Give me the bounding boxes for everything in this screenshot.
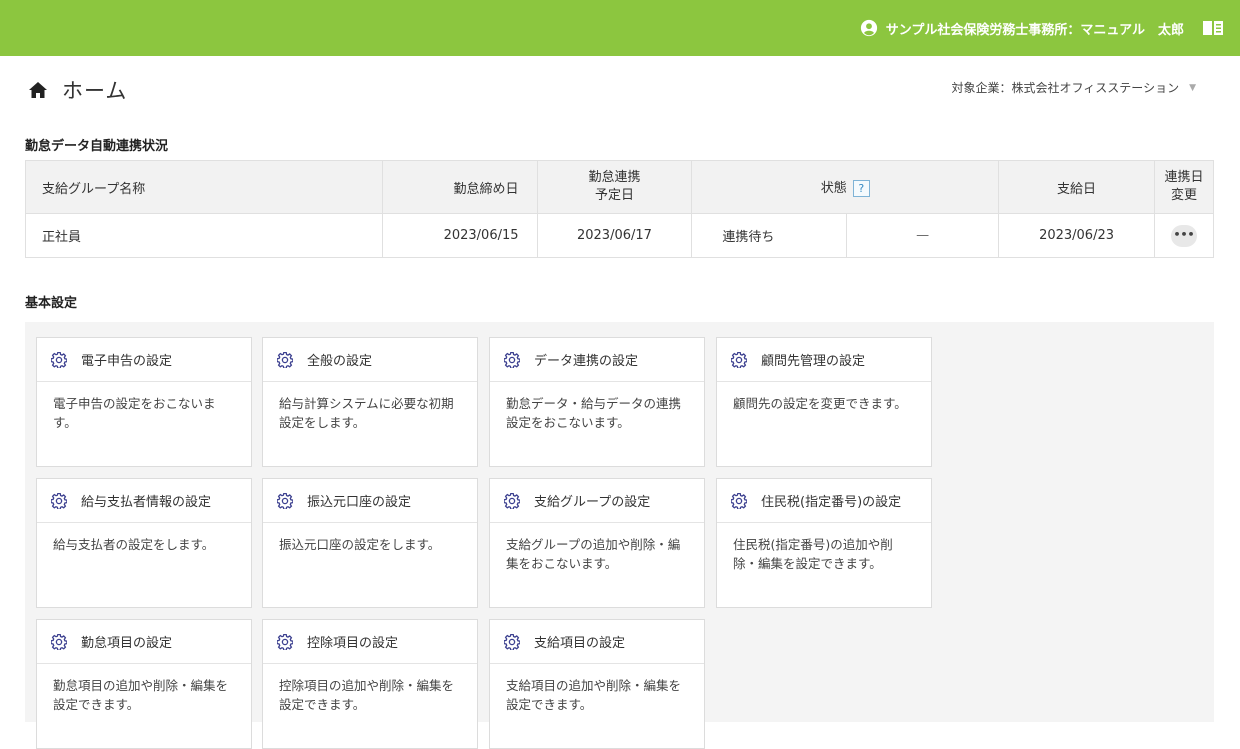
company-label: 対象企業：株式会社オフィスステーション (951, 81, 1180, 95)
gear-icon (504, 633, 520, 650)
col-header-change-date: 連携日 変更 (1153, 160, 1215, 214)
settings-card-title: 勤怠項目の設定 (81, 636, 173, 651)
company-selector[interactable]: 対象企業：株式会社オフィスステーション ▼ (952, 79, 1196, 96)
user-label: サンプル社会保険労務士事務所：マニュアル 太郎 (885, 22, 1184, 38)
settings-card-title: 給与支払者情報の設定 (81, 495, 212, 510)
gear-icon (504, 351, 520, 368)
settings-section-title: 基本設定 (25, 296, 78, 311)
cell-sync-date: 2023/06/17 (536, 213, 693, 258)
cell-change-date: ••• (1153, 213, 1215, 258)
settings-card[interactable]: 振込元口座の設定振込元口座の設定をします。 (262, 478, 478, 608)
settings-card-title: 支給項目の設定 (534, 636, 626, 651)
gear-icon (731, 492, 747, 509)
settings-card-title: 振込元口座の設定 (307, 495, 412, 510)
gear-icon (731, 351, 747, 368)
col-header-pay-date: 支給日 (998, 160, 1155, 214)
settings-card-title: 顧問先管理の設定 (761, 354, 866, 369)
settings-card-description: 支給項目の追加や削除・編集を 設定できます。 (506, 678, 682, 712)
settings-card-title: データ連携の設定 (534, 354, 639, 369)
sync-status-table: 支給グループ名称 勤怠締め日 勤怠連携 予定日 状態? 支給日 連携日 変更 正… (25, 160, 1215, 258)
settings-card-description: 支給グループの追加や削除・編 集をおこないます。 (506, 537, 681, 571)
settings-card-title: 支給グループの設定 (534, 495, 651, 510)
help-icon[interactable]: ? (852, 180, 870, 197)
settings-card-header: 給与支払者情報の設定 (37, 479, 251, 523)
settings-card-header: データ連携の設定 (490, 338, 704, 382)
settings-card-title: 住民税(指定番号)の設定 (761, 495, 902, 510)
settings-card[interactable]: 給与支払者情報の設定給与支払者の設定をします。 (36, 478, 252, 608)
settings-card-description: 控除項目の追加や削除・編集を 設定できます。 (279, 678, 455, 712)
settings-card-description: 勤怠データ・給与データの連携 設定をおこないます。 (506, 396, 682, 430)
settings-card-header: 勤怠項目の設定 (37, 620, 251, 664)
settings-card[interactable]: データ連携の設定勤怠データ・給与データの連携 設定をおこないます。 (489, 337, 705, 467)
settings-card-title: 全般の設定 (307, 354, 373, 369)
cell-pay-date: 2023/06/23 (998, 213, 1155, 258)
settings-card-header: 全般の設定 (263, 338, 477, 382)
settings-card-header: 支給グループの設定 (490, 479, 704, 523)
gear-icon (277, 633, 293, 650)
settings-card-header: 住民税(指定番号)の設定 (717, 479, 931, 523)
col-header-sync-date: 勤怠連携 予定日 (536, 160, 693, 214)
home-icon (29, 82, 47, 98)
gear-icon (51, 633, 67, 650)
chevron-down-icon: ▼ (1189, 82, 1196, 93)
settings-card-header: 支給項目の設定 (490, 620, 704, 664)
gear-icon (504, 492, 520, 509)
settings-card-title: 控除項目の設定 (307, 636, 399, 651)
settings-panel: 電子申告の設定 電子申告の設定をおこないま す。 全般の設定 給与計算システムに必要な… (25, 322, 1214, 749)
col-header-group: 支給グループ名称 (25, 160, 383, 214)
settings-card-description: 給与計算システムに必要な初期 設定をします。 (279, 396, 454, 430)
user-menu[interactable]: サンプル社会保険労務士事務所：マニュアル 太郎 (860, 19, 1184, 38)
cell-close-date: 2023/06/15 (381, 213, 538, 258)
cell-status-detail: — (846, 213, 1000, 258)
settings-card[interactable]: 支給グループの設定支給グループの追加や削除・編 集をおこないます。 (489, 478, 705, 608)
settings-card[interactable]: 支給項目の設定支給項目の追加や削除・編集を 設定できます。 (489, 619, 705, 749)
settings-card[interactable]: 住民税(指定番号)の設定住民税(指定番号)の追加や削 除・編集を設定できます。 (716, 478, 932, 608)
table-row: 正社員 2023/06/15 2023/06/17 連携待ち — 2023/06… (25, 213, 1215, 258)
cell-status: 連携待ち (691, 213, 848, 258)
page-header: ホーム 対象企業：株式会社オフィスステーション ▼ (28, 74, 1214, 106)
cell-group: 正社員 (25, 213, 383, 258)
col-header-close-date: 勤怠締め日 (381, 160, 538, 214)
settings-card-description: 電子申告の設定をおこないま す。 (53, 396, 216, 430)
book-icon[interactable] (1202, 19, 1224, 37)
page-title: ホーム (62, 79, 128, 103)
gear-icon (277, 351, 293, 368)
sync-section-title: 勤怠データ自動連携状況 (25, 139, 169, 154)
settings-card[interactable]: 控除項目の設定控除項目の追加や削除・編集を 設定できます。 (262, 619, 478, 749)
settings-card-header: 振込元口座の設定 (263, 479, 477, 523)
settings-card-description: 住民税(指定番号)の追加や削 除・編集を設定できます。 (733, 537, 893, 571)
settings-card-header: 顧問先管理の設定 (717, 338, 931, 382)
gear-icon (277, 492, 293, 509)
col-header-status: 状態? (691, 160, 1000, 214)
top-bar: サンプル社会保険労務士事務所：マニュアル 太郎 (0, 0, 1240, 56)
settings-card[interactable]: 電子申告の設定電子申告の設定をおこないま す。 (36, 337, 252, 467)
settings-card-description: 勤怠項目の追加や削除・編集を 設定できます。 (53, 678, 229, 712)
more-options-button[interactable]: ••• (1170, 224, 1197, 247)
user-circle-icon (860, 19, 877, 37)
settings-card-description: 顧問先の設定を変更できます。 (733, 396, 907, 411)
settings-card[interactable]: 顧問先管理の設定顧問先の設定を変更できます。 (716, 337, 932, 467)
settings-card-title: 電子申告の設定 (81, 354, 173, 369)
settings-card-description: 振込元口座の設定をします。 (279, 537, 441, 552)
settings-card-header: 控除項目の設定 (263, 620, 477, 664)
gear-icon (51, 351, 67, 368)
gear-icon (51, 492, 67, 509)
settings-card[interactable]: 全般の設定給与計算システムに必要な初期 設定をします。 (262, 337, 478, 467)
settings-card-header: 電子申告の設定 (37, 338, 251, 382)
settings-card[interactable]: 勤怠項目の設定勤怠項目の追加や削除・編集を 設定できます。 (36, 619, 252, 749)
settings-card-description: 給与支払者の設定をします。 (53, 537, 215, 552)
